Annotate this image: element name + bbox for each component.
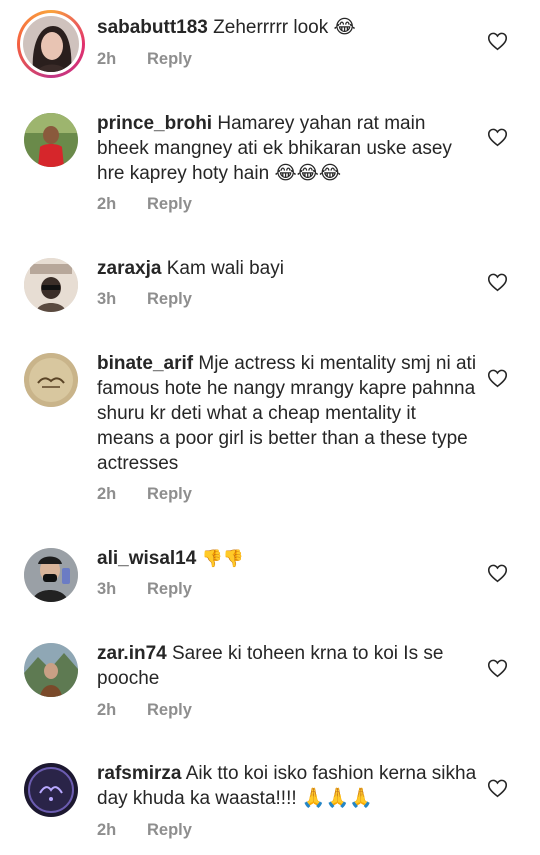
comment-username[interactable]: zar.in74	[97, 643, 167, 664]
heart-outline-icon	[487, 659, 508, 678]
avatar[interactable]	[24, 353, 78, 407]
avatar[interactable]	[24, 548, 78, 602]
comment-text: prince_brohi Hamarey yahan rat main bhee…	[97, 111, 477, 186]
comment-time: 3h	[97, 580, 117, 598]
comment-body: 👎👎	[196, 549, 245, 569]
comment-meta: 2h Reply	[97, 50, 192, 69]
comment-username[interactable]: rafsmirza	[97, 763, 182, 784]
reply-button[interactable]: Reply	[147, 821, 192, 839]
heart-outline-icon	[487, 32, 508, 51]
comment-time: 3h	[97, 290, 117, 308]
reply-button[interactable]: Reply	[147, 195, 192, 213]
avatar[interactable]	[24, 643, 78, 697]
comment-meta: 3h Reply	[97, 290, 192, 309]
heart-outline-icon	[487, 564, 508, 583]
comment-text: zaraxja Kam wali bayi	[97, 256, 477, 281]
like-button[interactable]	[487, 658, 508, 678]
comment-body: Kam wali bayi	[161, 258, 284, 279]
comment-username[interactable]: ali_wisal14	[97, 548, 196, 569]
like-button[interactable]	[487, 563, 508, 583]
reply-button[interactable]: Reply	[147, 485, 192, 503]
like-button[interactable]	[487, 127, 508, 147]
heart-outline-icon	[487, 128, 508, 147]
comment-text: ali_wisal14 👎👎	[97, 546, 477, 572]
heart-outline-icon	[487, 779, 508, 798]
comment-text: rafsmirza Aik tto koi isko fashion kerna…	[97, 761, 477, 811]
comment-meta: 2h Reply	[97, 485, 192, 504]
comment-username[interactable]: sababutt183	[97, 17, 208, 38]
heart-outline-icon	[487, 273, 508, 292]
like-button[interactable]	[487, 272, 508, 292]
comment-text: binate_arif Mje actress ki mentality smj…	[97, 351, 477, 476]
comment-username[interactable]: prince_brohi	[97, 113, 212, 134]
comment-time: 2h	[97, 701, 117, 719]
comment-meta: 2h Reply	[97, 195, 192, 214]
comment-meta: 2h Reply	[97, 821, 192, 840]
reply-button[interactable]: Reply	[147, 50, 192, 68]
like-button[interactable]	[487, 368, 508, 388]
comment-meta: 2h Reply	[97, 701, 192, 720]
comment-username[interactable]: binate_arif	[97, 353, 193, 374]
comment-username[interactable]: zaraxja	[97, 258, 161, 279]
comment-text: sababutt183 Zeherrrrr look 😂	[97, 15, 477, 40]
comment-time: 2h	[97, 485, 117, 503]
reply-button[interactable]: Reply	[147, 701, 192, 719]
comment-meta: 3h Reply	[97, 580, 192, 599]
like-button[interactable]	[487, 31, 508, 51]
avatar[interactable]	[24, 258, 78, 312]
comment-time: 2h	[97, 195, 117, 213]
avatar[interactable]	[17, 10, 85, 78]
comment-body: Zeherrrrr look 😂	[207, 17, 356, 38]
comment-time: 2h	[97, 50, 117, 68]
heart-outline-icon	[487, 369, 508, 388]
comment-text: zar.in74 Saree ki toheen krna to koi Is …	[97, 641, 477, 691]
avatar[interactable]	[24, 763, 78, 817]
avatar[interactable]	[24, 113, 78, 167]
comment-time: 2h	[97, 821, 117, 839]
like-button[interactable]	[487, 778, 508, 798]
reply-button[interactable]: Reply	[147, 290, 192, 308]
reply-button[interactable]: Reply	[147, 580, 192, 598]
